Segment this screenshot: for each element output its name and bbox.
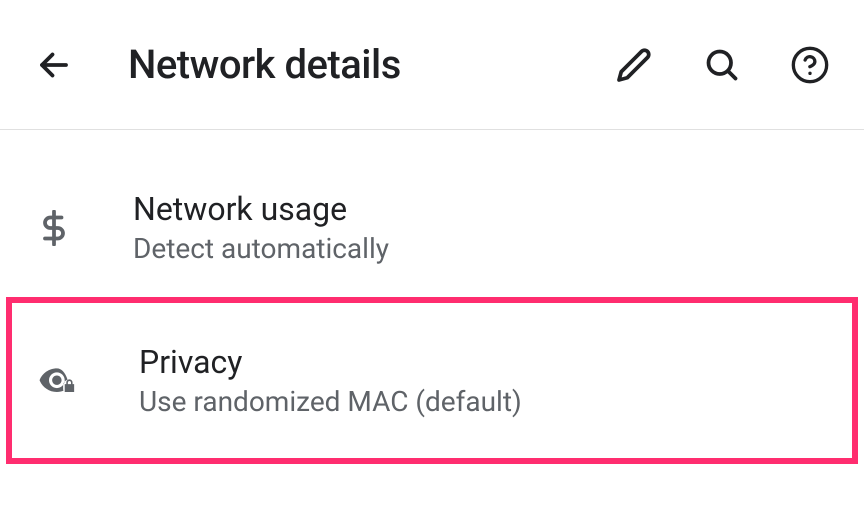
settings-content: Network usage Detect automatically Priva… [0,130,864,464]
search-button[interactable] [698,41,746,89]
dollar-icon [30,204,78,252]
help-button[interactable] [786,41,834,89]
page-title: Network details [128,41,610,88]
pencil-icon [616,47,652,83]
arrow-back-icon [36,47,72,83]
setting-item-privacy[interactable]: Privacy Use randomized MAC (default) [6,297,858,464]
setting-text: Privacy Use randomized MAC (default) [139,343,828,418]
setting-item-network-usage[interactable]: Network usage Detect automatically [0,160,864,295]
action-icons [610,41,834,89]
setting-subtitle: Use randomized MAC (default) [139,385,828,418]
app-header: Network details [0,0,864,130]
setting-text: Network usage Detect automatically [133,190,834,265]
help-icon [790,45,830,85]
back-button[interactable] [30,41,78,89]
setting-title: Privacy [139,343,828,381]
edit-button[interactable] [610,41,658,89]
setting-title: Network usage [133,190,834,228]
setting-subtitle: Detect automatically [133,232,834,265]
eye-lock-icon [36,357,84,405]
search-icon [704,47,740,83]
